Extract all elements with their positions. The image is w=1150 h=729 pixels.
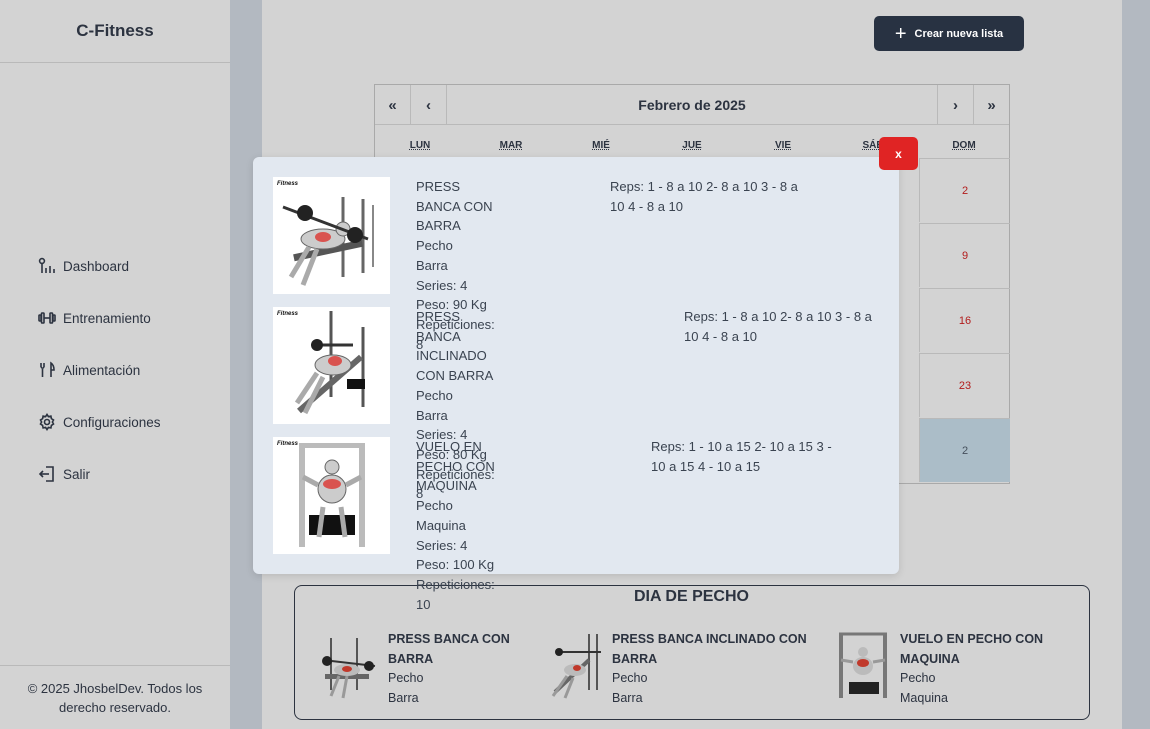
exercise-muscle: Pecho <box>388 671 424 685</box>
exercise-series: Series: 4 <box>416 537 468 553</box>
day-card: DIA DE PECHO PRESS BANCA CON BARRA Pecho… <box>294 585 1090 720</box>
sidebar-item-salir[interactable]: Salir <box>0 448 230 500</box>
calendar-day[interactable]: 2 <box>919 158 1010 222</box>
exercise-muscle: Pecho <box>612 671 648 685</box>
chest-fly-image: Fitness <box>273 437 390 554</box>
sidebar: C-Fitness Dashboard Entrenamiento Alimen… <box>0 0 230 729</box>
sidebar-item-label: Entrenamiento <box>63 310 151 326</box>
weekday-wed: MIÉ <box>592 140 610 151</box>
sidebar-item-configuraciones[interactable]: Configuraciones <box>0 396 230 448</box>
weekday-thu: JUE <box>682 140 702 151</box>
exercise-equipment: Maquina <box>416 517 466 533</box>
exercise-repetitions: Repeticiones: 10 <box>416 576 495 612</box>
exercise-equipment: Barra <box>388 690 419 705</box>
sidebar-item-dashboard[interactable]: Dashboard <box>0 240 230 292</box>
sidebar-item-label: Salir <box>63 466 91 482</box>
day-card-exercise[interactable]: PRESS BANCA INCLINADO CON BARRA Pecho Ba… <box>545 630 818 708</box>
day-card-exercise[interactable]: VUELO EN PECHO CON MAQUINA Pecho Maquina <box>837 630 1060 708</box>
close-modal-button[interactable]: x <box>879 137 918 170</box>
exercise-modal: Fitness PRESS BANCA CON BARRA Pecho Barr… <box>253 157 899 612</box>
calendar-day[interactable]: 16 <box>919 288 1010 352</box>
chest-fly-thumbnail <box>839 632 887 698</box>
create-list-label: Crear nueva lista <box>914 27 1004 40</box>
exercise-equipment: Barra <box>416 257 448 273</box>
utensils-icon <box>40 361 55 377</box>
exercise-name: PRESS BANCA INCLINADO CON BARRA <box>416 309 494 384</box>
calendar-day[interactable]: 23 <box>919 353 1010 417</box>
incline-press-image: Fitness <box>273 307 390 424</box>
gear-icon <box>39 413 55 431</box>
exercise-muscle: Pecho <box>416 387 453 403</box>
brand-logo: Fitness <box>277 311 299 317</box>
calendar-header: « ‹ Febrero de 2025 › » <box>375 85 1009 125</box>
weekday-tue: MAR <box>499 140 523 151</box>
logout-icon <box>38 466 54 482</box>
exercise-name: PRESS BANCA INCLINADO CON BARRA <box>612 632 807 666</box>
day-card-title: DIA DE PECHO <box>634 588 749 605</box>
exercise-equipment: Barra <box>416 407 448 423</box>
calendar-day[interactable]: 2 <box>919 418 1010 482</box>
calendar-day[interactable]: 9 <box>919 223 1010 287</box>
calendar-prev-button[interactable]: ‹ <box>411 85 447 125</box>
exercise-series: Series: 4 <box>416 277 468 293</box>
sidebar-item-label: Configuraciones <box>63 414 161 430</box>
exercise-muscle: Pecho <box>416 238 453 254</box>
sidebar-item-alimentacion[interactable]: Alimentación <box>0 344 230 396</box>
sidebar-item-label: Dashboard <box>63 258 130 274</box>
calendar-last-button[interactable]: » <box>973 85 1009 125</box>
exercise-name: VUELO EN PECHO CON MAQUINA <box>416 439 495 494</box>
exercise-name: VUELO EN PECHO CON MAQUINA <box>900 632 1044 666</box>
calendar-first-button[interactable]: « <box>375 85 411 125</box>
exercise-reps-detail: Reps: 1 - 10 a 15 2- 10 a 15 3 - 10 a 15… <box>651 439 832 474</box>
exercise-details: VUELO EN PECHO CON MAQUINA Pecho Maquina… <box>416 437 495 614</box>
exercise-weight: Peso: 100 Kg <box>416 557 495 573</box>
exercise-muscle: Pecho <box>416 498 453 514</box>
calendar-next-button[interactable]: › <box>937 85 973 125</box>
exercise-name: PRESS BANCA CON BARRA <box>416 179 493 234</box>
sidebar-item-label: Alimentación <box>63 362 141 378</box>
dumbbell-icon <box>38 312 56 324</box>
calendar-title: Febrero de 2025 <box>638 96 746 113</box>
exercise-name: PRESS BANCA CON BARRA <box>388 632 510 666</box>
sidebar-item-entrenamiento[interactable]: Entrenamiento <box>0 292 230 344</box>
brand-logo: Fitness <box>277 181 299 187</box>
day-card-exercise[interactable]: PRESS BANCA CON BARRA Pecho Barra <box>317 630 524 708</box>
exercise-equipment: Maquina <box>900 690 948 705</box>
weekday-mon: LUN <box>409 140 431 151</box>
sidebar-nav: Dashboard Entrenamiento Alimentación Con… <box>0 240 230 500</box>
weekday-sun: DOM <box>952 140 976 151</box>
plus-icon: + <box>894 22 907 45</box>
bench-press-thumbnail <box>322 638 376 699</box>
exercise-equipment: Barra <box>612 690 643 705</box>
brand-title: C-Fitness <box>0 0 230 63</box>
bench-press-image: Fitness <box>273 177 390 294</box>
exercise-reps-detail: Reps: 1 - 8 a 10 2- 8 a 10 3 - 8 a 10 4 … <box>610 179 798 214</box>
create-list-button[interactable]: + Crear nueva lista <box>874 16 1024 51</box>
weekday-fri: VIE <box>774 140 792 151</box>
chart-icon <box>38 257 55 273</box>
exercise-muscle: Pecho <box>900 671 936 685</box>
footer-copyright: © 2025 JhosbelDev. Todos los derecho res… <box>0 665 230 729</box>
brand-logo: Fitness <box>277 441 299 447</box>
incline-press-thumbnail <box>551 634 601 699</box>
exercise-reps-detail: Reps: 1 - 8 a 10 2- 8 a 10 3 - 8 a 10 4 … <box>684 309 872 344</box>
